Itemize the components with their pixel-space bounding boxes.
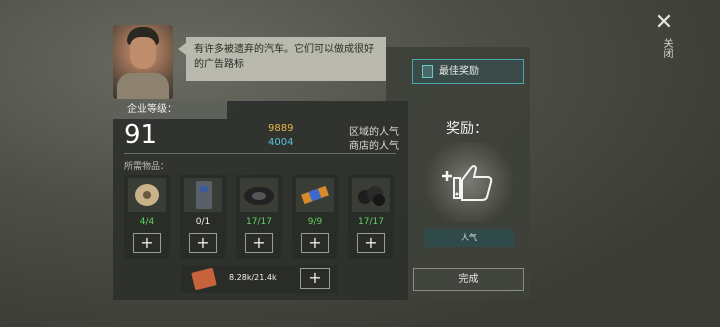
money-amount: 8.28k/21.4k [229, 273, 277, 282]
npc-speech-bubble: 有许多被遗弃的汽车。它们可以做成很好的广告路标 [178, 37, 386, 81]
battery-icon [296, 178, 334, 212]
item-count: 9/9 [307, 217, 323, 227]
best-reward-button[interactable]: 最佳奖励 [412, 59, 524, 84]
npc-avatar [113, 25, 173, 99]
shop-popularity-label: 商店的人气 [349, 141, 399, 152]
company-level-label: 企业等级： [113, 101, 227, 119]
coal-icon [352, 178, 390, 212]
item-count: 0/1 [195, 217, 211, 227]
close-label[interactable]: 关闭 [658, 38, 672, 58]
add-item-button[interactable]: + [357, 233, 385, 253]
add-money-button[interactable]: + [300, 268, 330, 289]
add-item-button[interactable]: + [245, 233, 273, 253]
shop-popularity-value: 4004 [268, 137, 294, 148]
clipboard-icon [422, 65, 433, 78]
required-item-slot: 0/1 + [180, 175, 226, 259]
add-item-button[interactable]: + [301, 233, 329, 253]
item-count: 17/17 [246, 217, 272, 227]
company-level-value: 91 [124, 120, 158, 150]
add-item-button[interactable]: + [133, 233, 161, 253]
region-popularity-value: 9889 [268, 123, 294, 134]
reward-title: 奖励： [446, 121, 488, 137]
complete-button[interactable]: 完成 [413, 268, 524, 291]
best-reward-label: 最佳奖励 [439, 66, 479, 77]
required-items-label: 所需物品： [124, 162, 170, 172]
money-requirement: 8.28k/21.4k + [181, 265, 338, 293]
car-door-icon [184, 178, 222, 212]
region-popularity-label: 区域的人气 [349, 127, 399, 138]
divider [124, 153, 396, 154]
tire-icon [240, 178, 278, 212]
required-item-slot: 9/9 + [292, 175, 338, 259]
required-item-slot: 4/4 + [124, 175, 170, 259]
reward-name: 人气 [424, 229, 514, 247]
wire-spool-icon [128, 178, 166, 212]
add-item-button[interactable]: + [189, 233, 217, 253]
cash-icon [191, 267, 217, 291]
required-item-slot: 17/17 + [236, 175, 282, 259]
item-count: 4/4 [139, 217, 155, 227]
required-item-slot: 17/17 + [348, 175, 394, 259]
item-count: 17/17 [358, 217, 384, 227]
thumbs-up-icon [442, 165, 493, 201]
close-icon[interactable]: ✕ [653, 12, 675, 34]
